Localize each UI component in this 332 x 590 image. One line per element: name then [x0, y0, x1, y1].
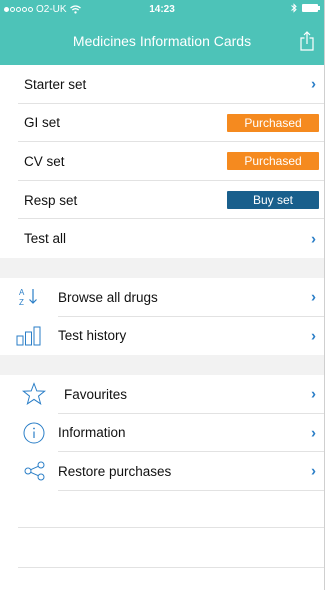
row-label: GI set [24, 115, 61, 131]
row-label: Information [58, 425, 126, 441]
share-nodes-icon [24, 461, 45, 481]
svg-text:A: A [19, 288, 25, 297]
row-label: Starter set [24, 76, 87, 92]
list-item-starter-set[interactable]: Starter set › [0, 65, 324, 104]
list-item-cv-set[interactable]: CV set Purchased [0, 142, 324, 181]
row-label: Test all [24, 231, 67, 247]
row-label: Test history [58, 328, 127, 344]
sets-list: Starter set › GI set Purchased CV set Pu… [0, 65, 324, 258]
row-label: Resp set [24, 192, 78, 208]
list-item-favourites[interactable]: Favourites › [0, 375, 324, 414]
info-icon [23, 422, 45, 444]
list-item-resp-set[interactable]: Resp set Buy set [0, 180, 324, 220]
list-item-test-all[interactable]: Test all › [0, 219, 324, 258]
buy-set-button[interactable]: Buy set [227, 191, 319, 210]
chevron-right-icon: › [311, 424, 316, 442]
divider [18, 567, 324, 568]
status-right [291, 3, 320, 13]
empty-list-area [0, 491, 324, 590]
bar-chart-icon [16, 326, 41, 346]
navigation-bar: Medicines Information Cards [0, 20, 324, 65]
status-bar: O2-UK 14:23 [0, 0, 324, 20]
chevron-right-icon: › [311, 288, 316, 306]
chevron-right-icon: › [311, 462, 316, 480]
page-title: Medicines Information Cards [72, 33, 252, 49]
list-item-information[interactable]: Information › [0, 413, 324, 453]
list-item-restore-purchases[interactable]: Restore purchases › [0, 452, 324, 491]
svg-text:Z: Z [19, 298, 24, 307]
list-item-test-history[interactable]: Test history › [0, 316, 324, 356]
tools-list: A Z Browse all drugs › Test history › [0, 278, 324, 356]
status-time: 14:23 [149, 4, 175, 15]
star-icon [22, 382, 46, 406]
chevron-right-icon: › [311, 385, 316, 403]
purchased-badge: Purchased [227, 113, 319, 132]
list-item-gi-set[interactable]: GI set Purchased [0, 103, 324, 143]
chevron-right-icon: › [311, 75, 316, 93]
share-icon[interactable] [300, 31, 314, 51]
chevron-right-icon: › [311, 230, 316, 248]
app-screen: O2-UK 14:23 Medicines Information Cards … [0, 0, 325, 590]
bluetooth-icon [291, 3, 297, 13]
chevron-right-icon: › [311, 327, 316, 345]
list-item-browse-all-drugs[interactable]: A Z Browse all drugs › [0, 278, 324, 317]
row-label: CV set [24, 153, 65, 169]
purchased-badge: Purchased [227, 152, 319, 171]
divider [18, 527, 324, 528]
more-list: Favourites › Information › Restore purch… [0, 375, 324, 491]
battery-icon [302, 4, 320, 12]
row-label: Favourites [64, 386, 128, 402]
row-label: Restore purchases [58, 463, 172, 479]
sort-az-icon: A Z [19, 288, 37, 307]
row-label: Browse all drugs [58, 289, 158, 305]
